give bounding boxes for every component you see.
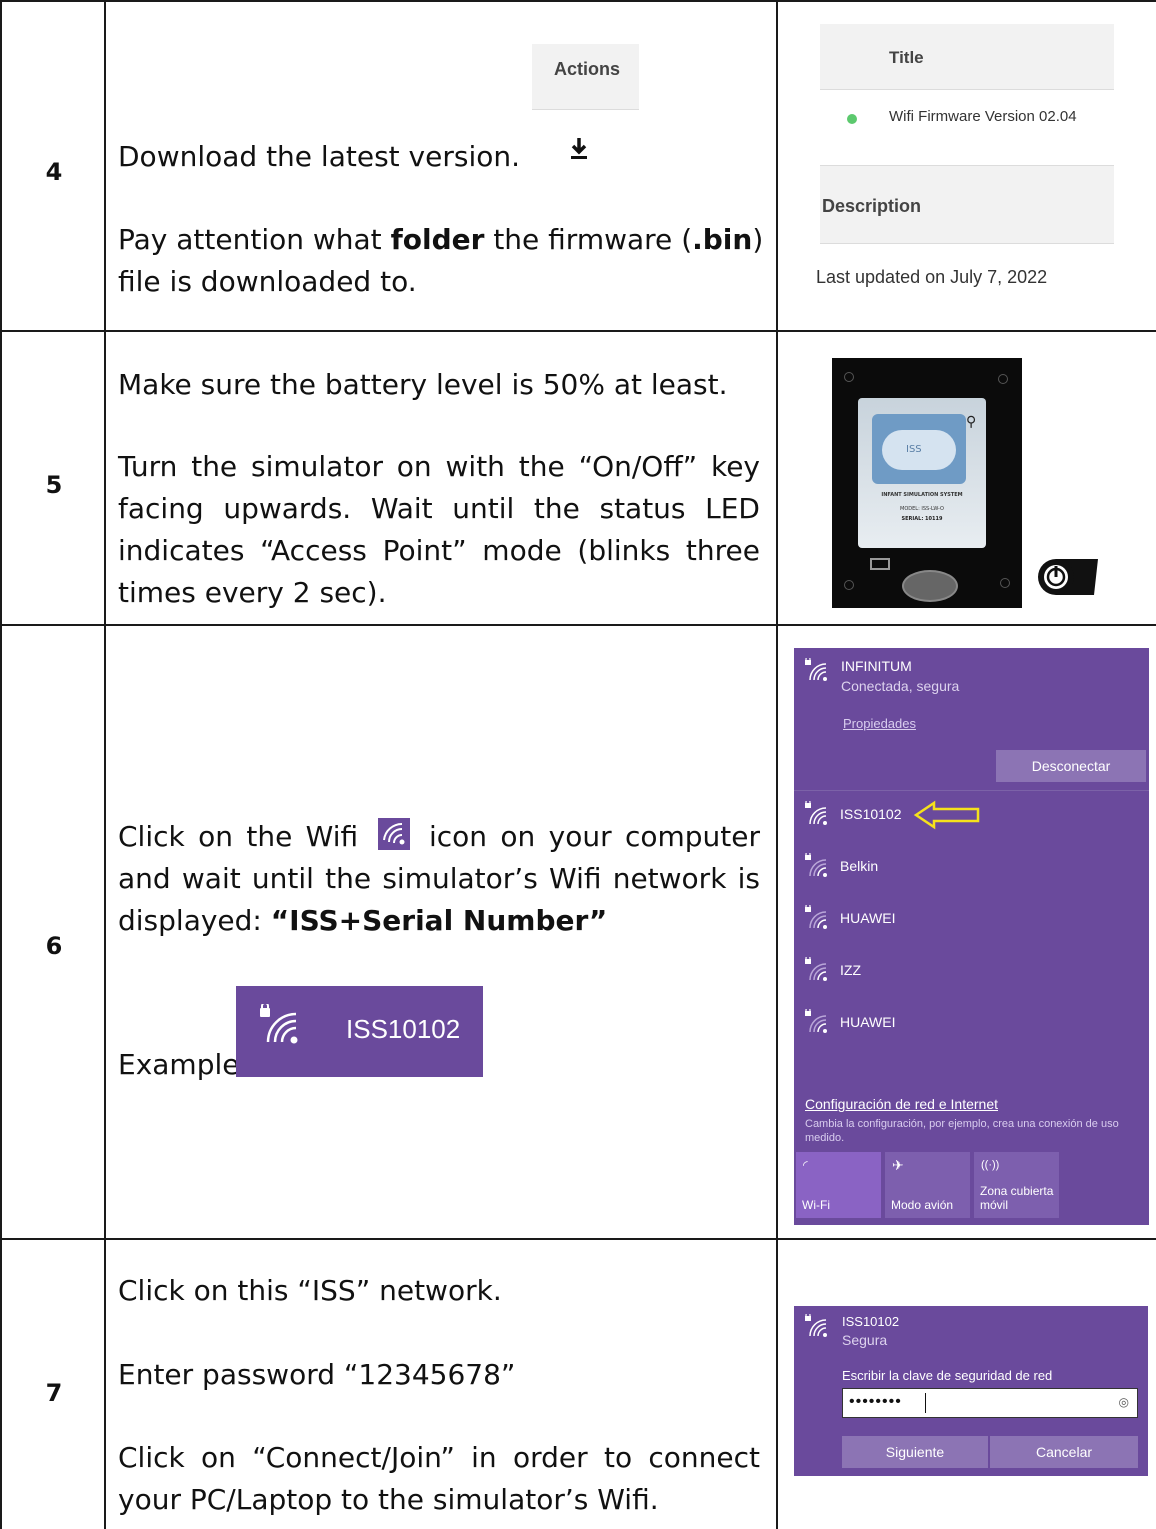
password-input[interactable]: •••••••• ◎ <box>842 1388 1138 1418</box>
wifi-flyout: INFINITUM Conectada, segura Propiedades … <box>794 648 1149 1225</box>
device-photo: ISS ⚲ INFANT SIMULATION SYSTEM MODEL: IS… <box>832 358 1022 608</box>
hotspot-icon: ((·)) <box>981 1159 1000 1171</box>
next-button[interactable]: Siguiente <box>842 1436 988 1468</box>
table-row-divider-2 <box>0 624 1156 626</box>
network-name: HUAWEI <box>840 1014 896 1030</box>
disconnect-button[interactable]: Desconectar <box>996 750 1146 782</box>
wifi-toggle-tile[interactable]: ◜ Wi-Fi <box>796 1152 881 1218</box>
text-cursor <box>925 1393 926 1413</box>
screw-icon <box>844 372 854 382</box>
example-label: Example <box>118 1048 240 1081</box>
network-list-item[interactable]: Belkin <box>804 846 1134 886</box>
table-col-divider-1 <box>104 0 106 1529</box>
network-list-item[interactable]: HUAWEI <box>804 1002 1134 1042</box>
wifi-icon: ◜ <box>803 1158 808 1172</box>
network-list-item[interactable]: HUAWEI <box>804 898 1134 938</box>
table-row-divider-1 <box>0 330 1156 332</box>
step-text: Click on the Wifi icon on your computer … <box>118 818 761 937</box>
settings-link[interactable]: Configuración de red e Internet <box>805 1096 998 1112</box>
firmware-row[interactable]: Wifi Firmware Version 02.04 <box>820 102 1114 138</box>
network-status: Conectada, segura <box>841 678 960 694</box>
wifi-lock-icon <box>260 1004 298 1044</box>
step-number: 5 <box>45 471 63 499</box>
cancel-button[interactable]: Cancelar <box>990 1436 1138 1468</box>
step-text: Click on this “ISS” network. <box>118 1274 502 1307</box>
example-network-badge: ISS10102 <box>236 986 483 1077</box>
title-header: Title <box>820 24 1114 90</box>
divider <box>794 790 1149 791</box>
step-text: Click on “Connect/Join” in order to conn… <box>118 1441 760 1516</box>
network-name: IZZ <box>840 962 861 978</box>
step-text: Make sure the battery level is 50% at le… <box>118 368 728 401</box>
usb-port <box>870 558 890 570</box>
hotspot-tile[interactable]: ((·)) Zona cubierta móvil <box>974 1152 1059 1218</box>
reveal-password-icon[interactable]: ◎ <box>1119 1395 1129 1409</box>
actions-header: Actions <box>532 44 639 110</box>
step-number: 4 <box>45 158 63 186</box>
step-text: file is downloaded to. <box>118 265 417 298</box>
wifi-lock-icon <box>805 1009 827 1033</box>
firmware-panel: Title Wifi Firmware Version 02.04 Descri… <box>816 24 1114 314</box>
bold-text: folder <box>390 223 485 256</box>
password-flyout: ISS10102 Segura Escribir la clave de seg… <box>794 1306 1148 1476</box>
firmware-name: Wifi Firmware Version 02.04 <box>889 108 1077 125</box>
table-col-divider-2 <box>776 0 778 1529</box>
network-status: Segura <box>842 1332 888 1348</box>
step-text: Pay attention what folder the firmware (… <box>118 223 764 256</box>
screw-icon <box>844 580 854 590</box>
network-name: Belkin <box>840 858 879 874</box>
airplane-icon: ✈ <box>892 1157 904 1173</box>
network-name: ISS10102 <box>840 806 902 822</box>
network-name: ISS10102 <box>346 1014 461 1044</box>
airplane-mode-tile[interactable]: ✈ Modo avión <box>885 1152 970 1218</box>
password-prompt: Escribir la clave de seguridad de red <box>842 1368 1053 1383</box>
last-updated: Last updated on July 7, 2022 <box>816 267 1048 287</box>
screw-icon <box>998 374 1008 384</box>
wifi-lock-icon <box>805 801 827 825</box>
connected-network[interactable]: INFINITUM Conectada, segura <box>804 658 1134 704</box>
screw-icon <box>1000 578 1010 588</box>
wifi-lock-icon <box>805 957 827 981</box>
network-name: HUAWEI <box>840 910 896 926</box>
usb-mark-icon: ⚲ <box>966 414 977 430</box>
bold-text: .bin <box>692 223 753 256</box>
table-border-top <box>0 0 1156 2</box>
settings-description: Cambia la configuración, por ejemplo, cr… <box>805 1118 1119 1144</box>
wifi-lock-icon <box>805 658 827 681</box>
power-key <box>902 570 958 602</box>
network-name: ISS10102 <box>842 1314 900 1329</box>
iss-logo: ISS <box>872 414 966 484</box>
description-header: Description <box>820 166 1114 244</box>
wifi-lock-icon <box>805 853 827 877</box>
step-text: Enter password “12345678” <box>118 1358 516 1391</box>
network-list-item[interactable]: IZZ <box>804 950 1134 990</box>
properties-link[interactable]: Propiedades <box>843 716 916 731</box>
table-border-left <box>0 0 2 1529</box>
wifi-lock-icon <box>805 905 827 929</box>
bold-text: “ISS+Serial Number” <box>270 904 608 937</box>
download-icon[interactable] <box>568 136 590 160</box>
step-text: Download the latest version. <box>118 140 520 173</box>
status-dot <box>847 114 857 124</box>
step-number: 6 <box>45 932 63 960</box>
step-number: 7 <box>45 1379 63 1407</box>
power-key-icon <box>1038 559 1098 595</box>
step-text: Turn the simulator on with the “On/Off” … <box>118 450 760 609</box>
wifi-icon <box>377 818 410 850</box>
device-label: ISS ⚲ INFANT SIMULATION SYSTEM MODEL: IS… <box>858 398 986 548</box>
table-row-divider-3 <box>0 1238 1156 1240</box>
pointer-arrow-icon <box>913 800 980 830</box>
network-name: INFINITUM <box>841 658 912 674</box>
wifi-lock-icon <box>805 1314 827 1337</box>
